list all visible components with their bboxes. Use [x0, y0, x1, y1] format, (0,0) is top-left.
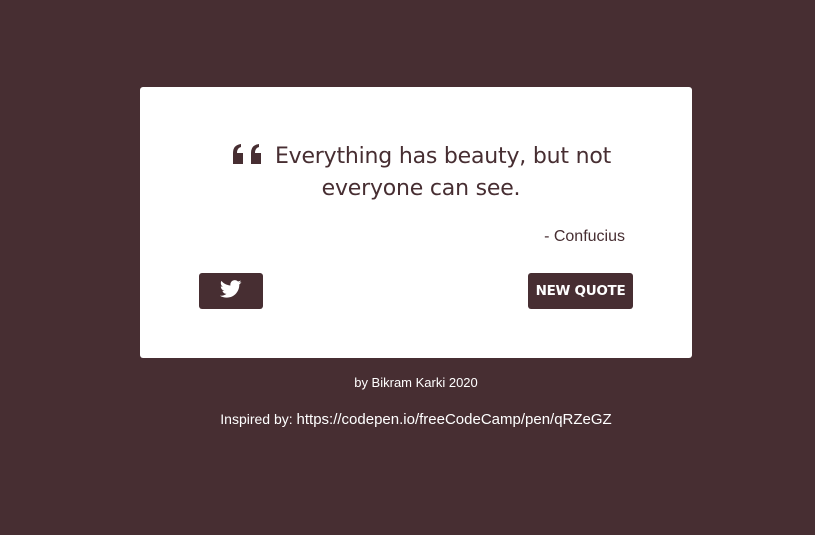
quote-author: - Confucius — [544, 228, 625, 245]
footer-credit: by Bikram Karki 2020 — [354, 375, 478, 390]
quote-text: Everything has beauty, but not everyone … — [274, 144, 612, 201]
new-quote-button[interactable]: NEW QUOTE — [528, 273, 633, 309]
twitter-icon — [219, 279, 242, 303]
quote-text-container: Everything has beauty, but not everyone … — [224, 141, 618, 205]
page: Everything has beauty, but not everyone … — [0, 0, 815, 535]
tweet-quote-button[interactable] — [199, 273, 263, 309]
inspired-link[interactable]: https://codepen.io/freeCodeCamp/pen/qRZe… — [297, 411, 612, 428]
inspired-label: Inspired by: — [220, 411, 293, 427]
quote-box: Everything has beauty, but not everyone … — [140, 87, 692, 358]
footer-inspired: Inspired by: https://codepen.io/freeCode… — [0, 410, 815, 429]
quote-left-icon — [231, 143, 265, 165]
